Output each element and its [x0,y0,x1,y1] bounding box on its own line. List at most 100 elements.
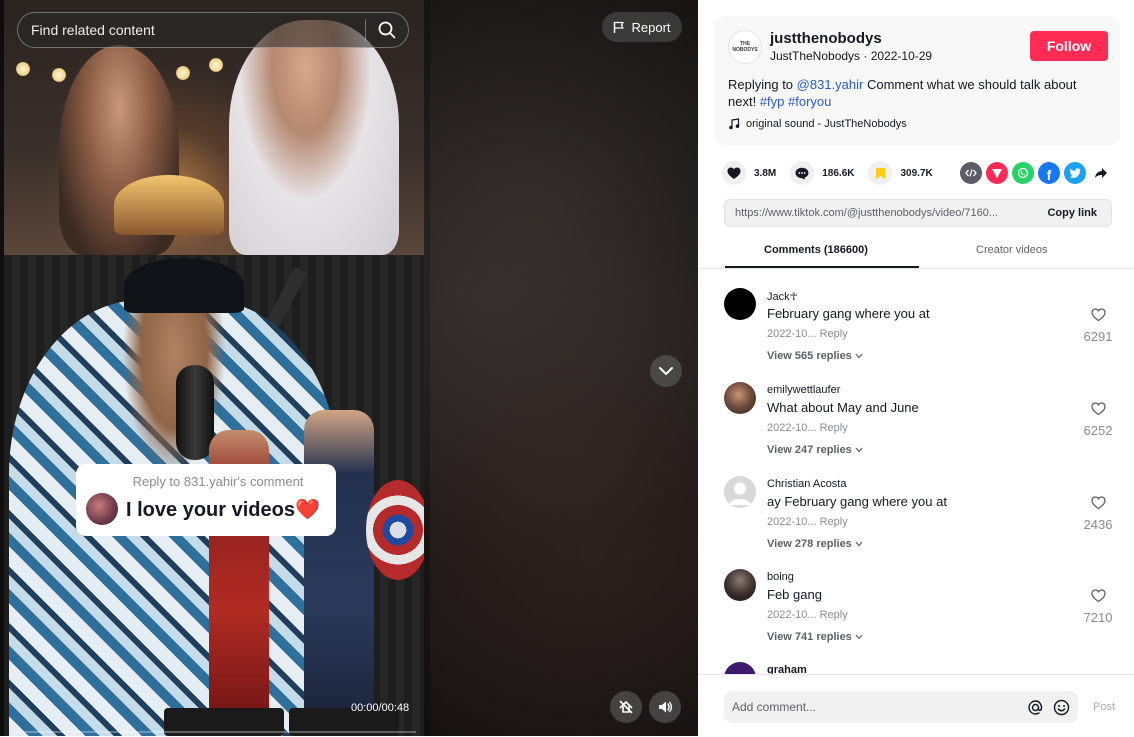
default-avatar-icon [729,482,751,505]
like-button[interactable]: 3.8M [722,161,776,185]
chevron-down-icon [855,353,863,359]
hashtag-link[interactable]: #foryou [788,94,831,109]
comment-item: emilywettlaufer What about May and June … [724,382,1118,472]
avatar[interactable] [724,288,756,320]
sound-link[interactable]: original sound - JustTheNobodys [728,118,907,130]
video-frame[interactable]: Reply to 831.yahir's comment I love your… [4,0,424,736]
follow-button[interactable]: Follow [1030,31,1108,61]
volume-button[interactable] [649,691,681,723]
comment-item: Jack☥ February gang where you at 2022-10… [724,288,1118,378]
report-button[interactable]: Report [602,12,682,42]
string-light [52,68,66,82]
view-replies-button[interactable]: View 247 replies [767,444,863,456]
reply-button[interactable]: Reply [820,328,848,340]
video-description: Replying to @831.yahir Comment what we s… [728,76,1108,110]
author-avatar[interactable]: THE NOBODYS [728,30,762,64]
at-sign-icon [1027,699,1042,715]
post-button[interactable]: Post [1093,701,1115,713]
related-search-input[interactable] [18,21,365,39]
author-username[interactable]: justthenobodys [770,30,882,47]
video-info-card: THE NOBODYS justthenobodys JustTheNobody… [714,16,1120,146]
video-url: https://www.tiktok.com/@justthenobodys/v… [735,207,999,219]
reply-button[interactable]: Reply [820,516,848,528]
avatar[interactable] [724,569,756,601]
chevron-down-icon [855,541,863,547]
comment-like-button[interactable]: 7210 [1078,589,1118,625]
video-timestamp: 00:00/00:48 [351,702,410,714]
save-button[interactable]: 309.7K [868,161,933,185]
comment-date: 2022-10... [767,422,817,434]
comment-meta: 2022-10... Reply [767,328,848,340]
comment-text: Feb gang [767,587,822,602]
pip-off-icon [619,700,633,714]
reply-button[interactable]: Reply [820,422,848,434]
mention-button[interactable] [1022,694,1048,720]
comment-like-button[interactable]: 6291 [1078,308,1118,344]
copy-link-button[interactable]: Copy link [1033,207,1111,219]
hashtag-link[interactable]: #fyp [760,94,785,109]
heart-outline-icon [1090,308,1106,322]
description-prefix: Replying to [728,77,797,92]
tab-creator-videos[interactable]: Creator videos [976,244,1048,256]
whatsapp-icon[interactable] [1012,162,1034,184]
search-button[interactable] [366,12,408,48]
comment-meta: 2022-10... Reply [767,422,848,434]
tab-comments[interactable]: Comments (186600) [764,244,868,256]
avatar[interactable] [724,476,756,508]
comment-composer: Post [698,674,1134,737]
avatar[interactable] [724,382,756,414]
view-replies-button[interactable]: View 565 replies [767,350,863,362]
video-player[interactable]: Reply to 831.yahir's comment I love your… [0,0,698,736]
comment-like-count: 7210 [1083,610,1113,625]
video-progress-bar[interactable] [12,731,416,733]
view-replies-button[interactable]: View 741 replies [767,631,863,643]
twitter-icon[interactable] [1064,162,1086,184]
comment-username[interactable]: Christian Acosta [767,478,846,490]
mention-link[interactable]: @831.yahir [797,77,864,92]
comment-username[interactable]: emilywettlaufer [767,384,840,396]
send-icon[interactable] [986,162,1008,184]
report-label: Report [631,19,671,35]
heart-outline-icon [1090,589,1106,603]
sound-name: original sound - JustTheNobodys [746,118,907,130]
comment-like-button[interactable]: 6252 [1078,402,1118,438]
view-replies-label: View 741 replies [767,631,852,643]
share-arrow-icon[interactable] [1090,162,1112,184]
comment-username[interactable]: boing [767,571,794,583]
comment-date: 2022-10... [767,516,817,528]
facebook-icon[interactable]: f [1038,162,1060,184]
author-nickname-date: JustTheNobodys · 2022-10-29 [770,49,933,63]
embed-icon[interactable] [960,162,982,184]
heart-outline-icon [1090,496,1106,510]
comment-item: Christian Acosta ay February gang where … [724,476,1118,566]
author-avatar-logo: THE NOBODYS [732,41,758,53]
active-tab-indicator [725,266,919,268]
floating-player-button[interactable] [610,691,642,723]
search-icon [378,21,396,39]
comment-count: 186.6K [822,167,855,179]
music-note-icon [729,118,740,130]
string-light [176,66,190,80]
reply-button[interactable]: Reply [820,609,848,621]
comment-button[interactable]: 186.6K [790,161,854,185]
comment-item: boing Feb gang 2022-10... Reply View 741… [724,569,1118,659]
emoji-button[interactable] [1048,694,1074,720]
comment-like-button[interactable]: 2436 [1078,496,1118,532]
chevron-down-icon [659,367,673,375]
reply-sticker-avatar [86,493,118,525]
view-replies-label: View 247 replies [767,444,852,456]
heart-outline-icon [1090,402,1106,416]
comment-date: 2022-10... [767,609,817,621]
bookmark-icon [868,161,893,185]
comment-username[interactable]: Jack☥ [767,290,798,303]
comment-meta: 2022-10... Reply [767,516,848,528]
string-light [209,58,223,72]
add-comment-input[interactable] [724,699,1022,715]
reply-sticker-header: Reply to 831.yahir's comment [132,474,304,489]
chevron-down-icon [855,447,863,453]
video-person [229,20,399,255]
related-search-bar [17,12,409,48]
comment-like-count: 6291 [1083,329,1113,344]
next-video-button[interactable] [650,355,682,387]
view-replies-button[interactable]: View 278 replies [767,538,863,550]
